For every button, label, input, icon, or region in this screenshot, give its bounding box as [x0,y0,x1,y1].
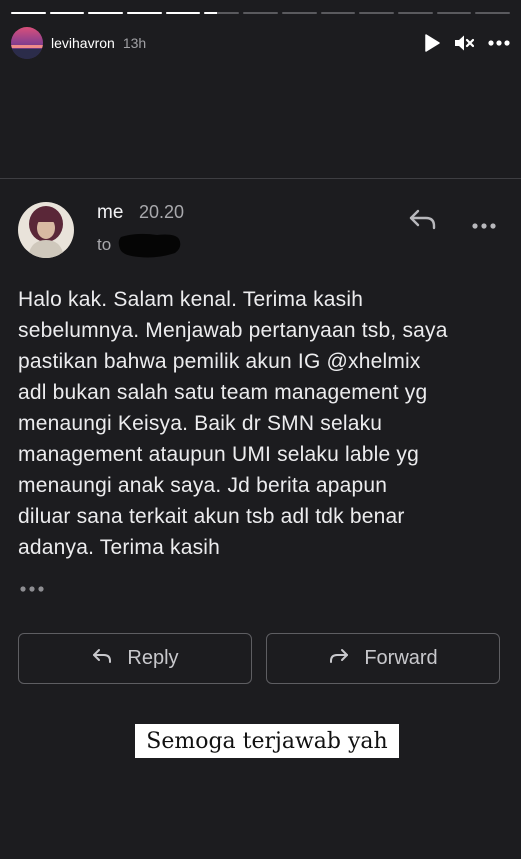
story-header: levihavron 13h [11,27,510,59]
mute-icon[interactable] [454,34,474,52]
story-username[interactable]: levihavron [51,35,115,51]
story-progress-bar [11,12,510,14]
screenshot-divider [0,178,521,179]
email-time: 20.20 [139,202,185,222]
story-progress-segment [397,12,433,14]
email-to-label: to [97,235,112,254]
story-text-sticker: Semoga terjawab yah [135,724,399,758]
reply-button[interactable]: Reply [18,633,252,684]
story-progress-segment [320,12,356,14]
more-icon[interactable] [488,40,510,46]
play-icon[interactable] [424,34,440,52]
reply-arrow-icon [91,647,113,671]
email-body: Halo kak. Salam kenal. Terima kasih sebe… [18,288,448,559]
story-progress-segment [475,12,510,14]
story-progress-segment [127,12,162,14]
sender-avatar [18,202,74,258]
story-progress-segment [436,12,472,14]
forward-button[interactable]: Forward [266,633,500,684]
story-progress-segment [88,12,124,14]
story-progress-segment [11,12,46,14]
forward-arrow-icon [328,647,350,671]
story-progress-segment [243,12,278,14]
forward-button-label: Forward [364,647,438,669]
story-progress-segment [204,12,240,14]
email-more-icon[interactable] [472,216,496,234]
reply-icon[interactable] [408,207,438,236]
profile-avatar[interactable] [11,27,43,59]
story-progress-segment [165,12,201,14]
email-sender: me [97,202,124,223]
story-progress-segment [359,12,394,14]
reply-button-label: Reply [127,647,179,669]
story-progress-segment [49,12,85,14]
story-progress-segment [281,12,317,14]
story-time: 13h [122,35,147,51]
redacted-recipient [117,229,183,261]
show-trimmed-content-icon[interactable] [19,580,45,598]
